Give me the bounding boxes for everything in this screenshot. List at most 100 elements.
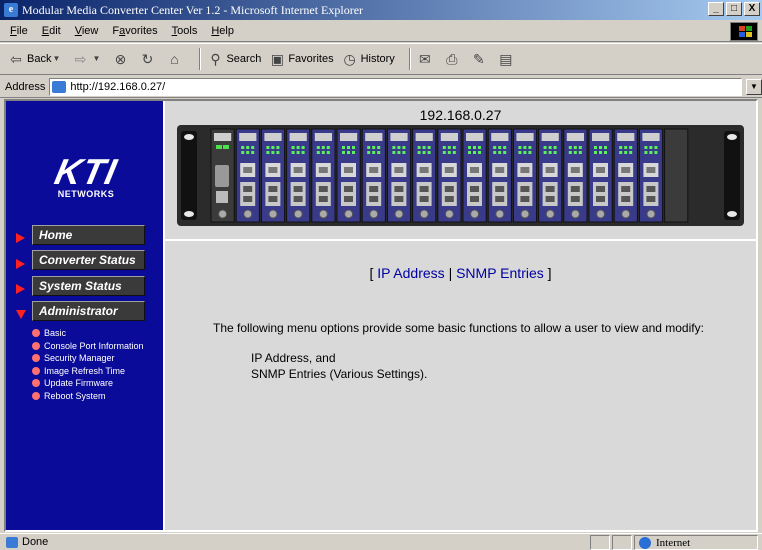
search-button[interactable]: ⚲ Search xyxy=(207,51,261,67)
print-button[interactable]: ⎙ xyxy=(444,51,463,67)
status-led xyxy=(422,151,426,154)
mount-hole xyxy=(727,211,737,217)
slot-label-plate xyxy=(440,133,458,141)
status-led xyxy=(316,146,320,149)
fiber-port xyxy=(391,182,407,206)
arrow-down-icon xyxy=(16,310,26,319)
status-led xyxy=(599,146,602,149)
forward-button[interactable]: ⇨ ▼ xyxy=(72,51,104,67)
home-button[interactable]: ⌂ xyxy=(166,51,185,67)
page-icon xyxy=(6,536,18,548)
fiber-port xyxy=(593,182,608,206)
menu-edit[interactable]: Edit xyxy=(42,25,61,37)
device-ip-title: 192.168.0.27 xyxy=(419,107,502,123)
console-port xyxy=(215,165,229,187)
submenu-basic[interactable]: Basic xyxy=(32,327,144,340)
menu-view[interactable]: View xyxy=(75,25,99,37)
fiber-port-opening xyxy=(419,196,429,202)
address-dropdown-button[interactable]: ▼ xyxy=(746,78,762,95)
submenu-console-port[interactable]: Console Port Information xyxy=(32,340,144,353)
rj45-port-opening xyxy=(596,167,605,173)
option-ip-address: IP Address, and xyxy=(251,351,336,365)
address-label: Address xyxy=(5,80,46,93)
address-input[interactable]: http://192.168.0.27/ xyxy=(49,77,742,96)
status-led xyxy=(377,146,381,149)
close-button[interactable]: X xyxy=(744,2,760,16)
status-area: Done xyxy=(6,536,48,548)
thumb-screw xyxy=(596,209,606,219)
minimize-button[interactable]: _ xyxy=(708,2,724,16)
menu-help[interactable]: Help xyxy=(211,25,234,37)
zone-label: Internet xyxy=(656,536,691,549)
status-led xyxy=(578,146,582,149)
submenu-reboot-system[interactable]: Reboot System xyxy=(32,390,144,403)
rj45-port-opening xyxy=(419,167,429,173)
mail-button[interactable]: ✉ xyxy=(417,51,436,67)
fiber-port-opening xyxy=(369,186,379,192)
ip-address-link[interactable]: IP Address xyxy=(377,265,444,281)
back-button[interactable]: ⇦ Back ▼ xyxy=(8,51,64,67)
bullet-icon xyxy=(32,341,40,350)
fiber-port xyxy=(315,182,331,206)
status-led xyxy=(392,146,396,149)
fiber-port-opening xyxy=(419,186,429,192)
status-led xyxy=(402,146,406,149)
favorites-button[interactable]: ▣ Favorites xyxy=(269,51,334,67)
maximize-button[interactable]: □ xyxy=(726,2,742,16)
status-led xyxy=(326,146,330,149)
fiber-port-opening xyxy=(646,186,656,192)
status-led xyxy=(447,151,451,154)
nav-converter-status-button[interactable]: Converter Status xyxy=(32,250,145,270)
status-led xyxy=(644,151,648,154)
arrow-right-icon xyxy=(16,233,25,243)
rj45-port-opening xyxy=(495,167,505,173)
status-led xyxy=(578,151,582,154)
menu-favorites[interactable]: Favorites xyxy=(112,25,157,37)
status-led xyxy=(301,151,305,154)
fiber-port-opening xyxy=(243,196,253,202)
chassis-ear-right xyxy=(724,131,740,220)
stop-button[interactable]: ⊗ xyxy=(112,51,131,67)
status-led xyxy=(523,151,527,154)
menu-file[interactable]: File xyxy=(10,25,28,37)
status-led xyxy=(316,151,320,154)
rj45-port-opening xyxy=(470,167,479,173)
kti-logo: KTI NETWORKS xyxy=(46,151,126,199)
history-button[interactable]: ◷ History xyxy=(342,51,394,67)
fiber-port xyxy=(240,182,256,206)
fiber-port xyxy=(618,182,634,206)
thumb-screw xyxy=(344,209,354,219)
refresh-button[interactable]: ↻ xyxy=(139,51,158,67)
menu-tools[interactable]: Tools xyxy=(172,25,198,37)
rj45-port-opening xyxy=(621,167,631,173)
submenu-update-firmware[interactable]: Update Firmware xyxy=(32,377,144,390)
chevron-down-icon: ▼ xyxy=(92,54,101,63)
fiber-port-opening xyxy=(470,186,479,192)
chassis-image[interactable] xyxy=(177,125,744,226)
status-led xyxy=(468,146,471,149)
nav-system-status-button[interactable]: System Status xyxy=(32,276,145,296)
fiber-port-opening xyxy=(545,196,555,202)
submenu-image-refresh[interactable]: Image Refresh Time xyxy=(32,365,144,378)
status-led xyxy=(276,151,280,154)
status-led xyxy=(548,151,552,154)
rj45-port-opening xyxy=(394,167,404,173)
globe-icon xyxy=(639,536,651,549)
rj45-port-opening xyxy=(444,167,454,173)
chevron-down-icon: ▼ xyxy=(52,54,61,63)
nav-home-button[interactable]: Home xyxy=(32,225,145,245)
nav-administrator-button[interactable]: Administrator xyxy=(32,301,145,321)
snmp-entries-link[interactable]: SNMP Entries xyxy=(456,265,544,281)
status-led xyxy=(573,151,577,154)
status-led xyxy=(493,146,497,149)
print-icon: ⎙ xyxy=(446,51,458,67)
status-led xyxy=(518,146,522,149)
status-led xyxy=(629,146,633,149)
fiber-port-opening xyxy=(520,196,530,202)
status-led xyxy=(619,146,623,149)
submenu-security-manager[interactable]: Security Manager xyxy=(32,352,144,365)
discuss-button[interactable]: ▤ xyxy=(498,51,517,67)
fiber-port xyxy=(542,182,558,206)
fiber-port xyxy=(567,182,583,206)
edit-button[interactable]: ✎ xyxy=(471,51,490,67)
